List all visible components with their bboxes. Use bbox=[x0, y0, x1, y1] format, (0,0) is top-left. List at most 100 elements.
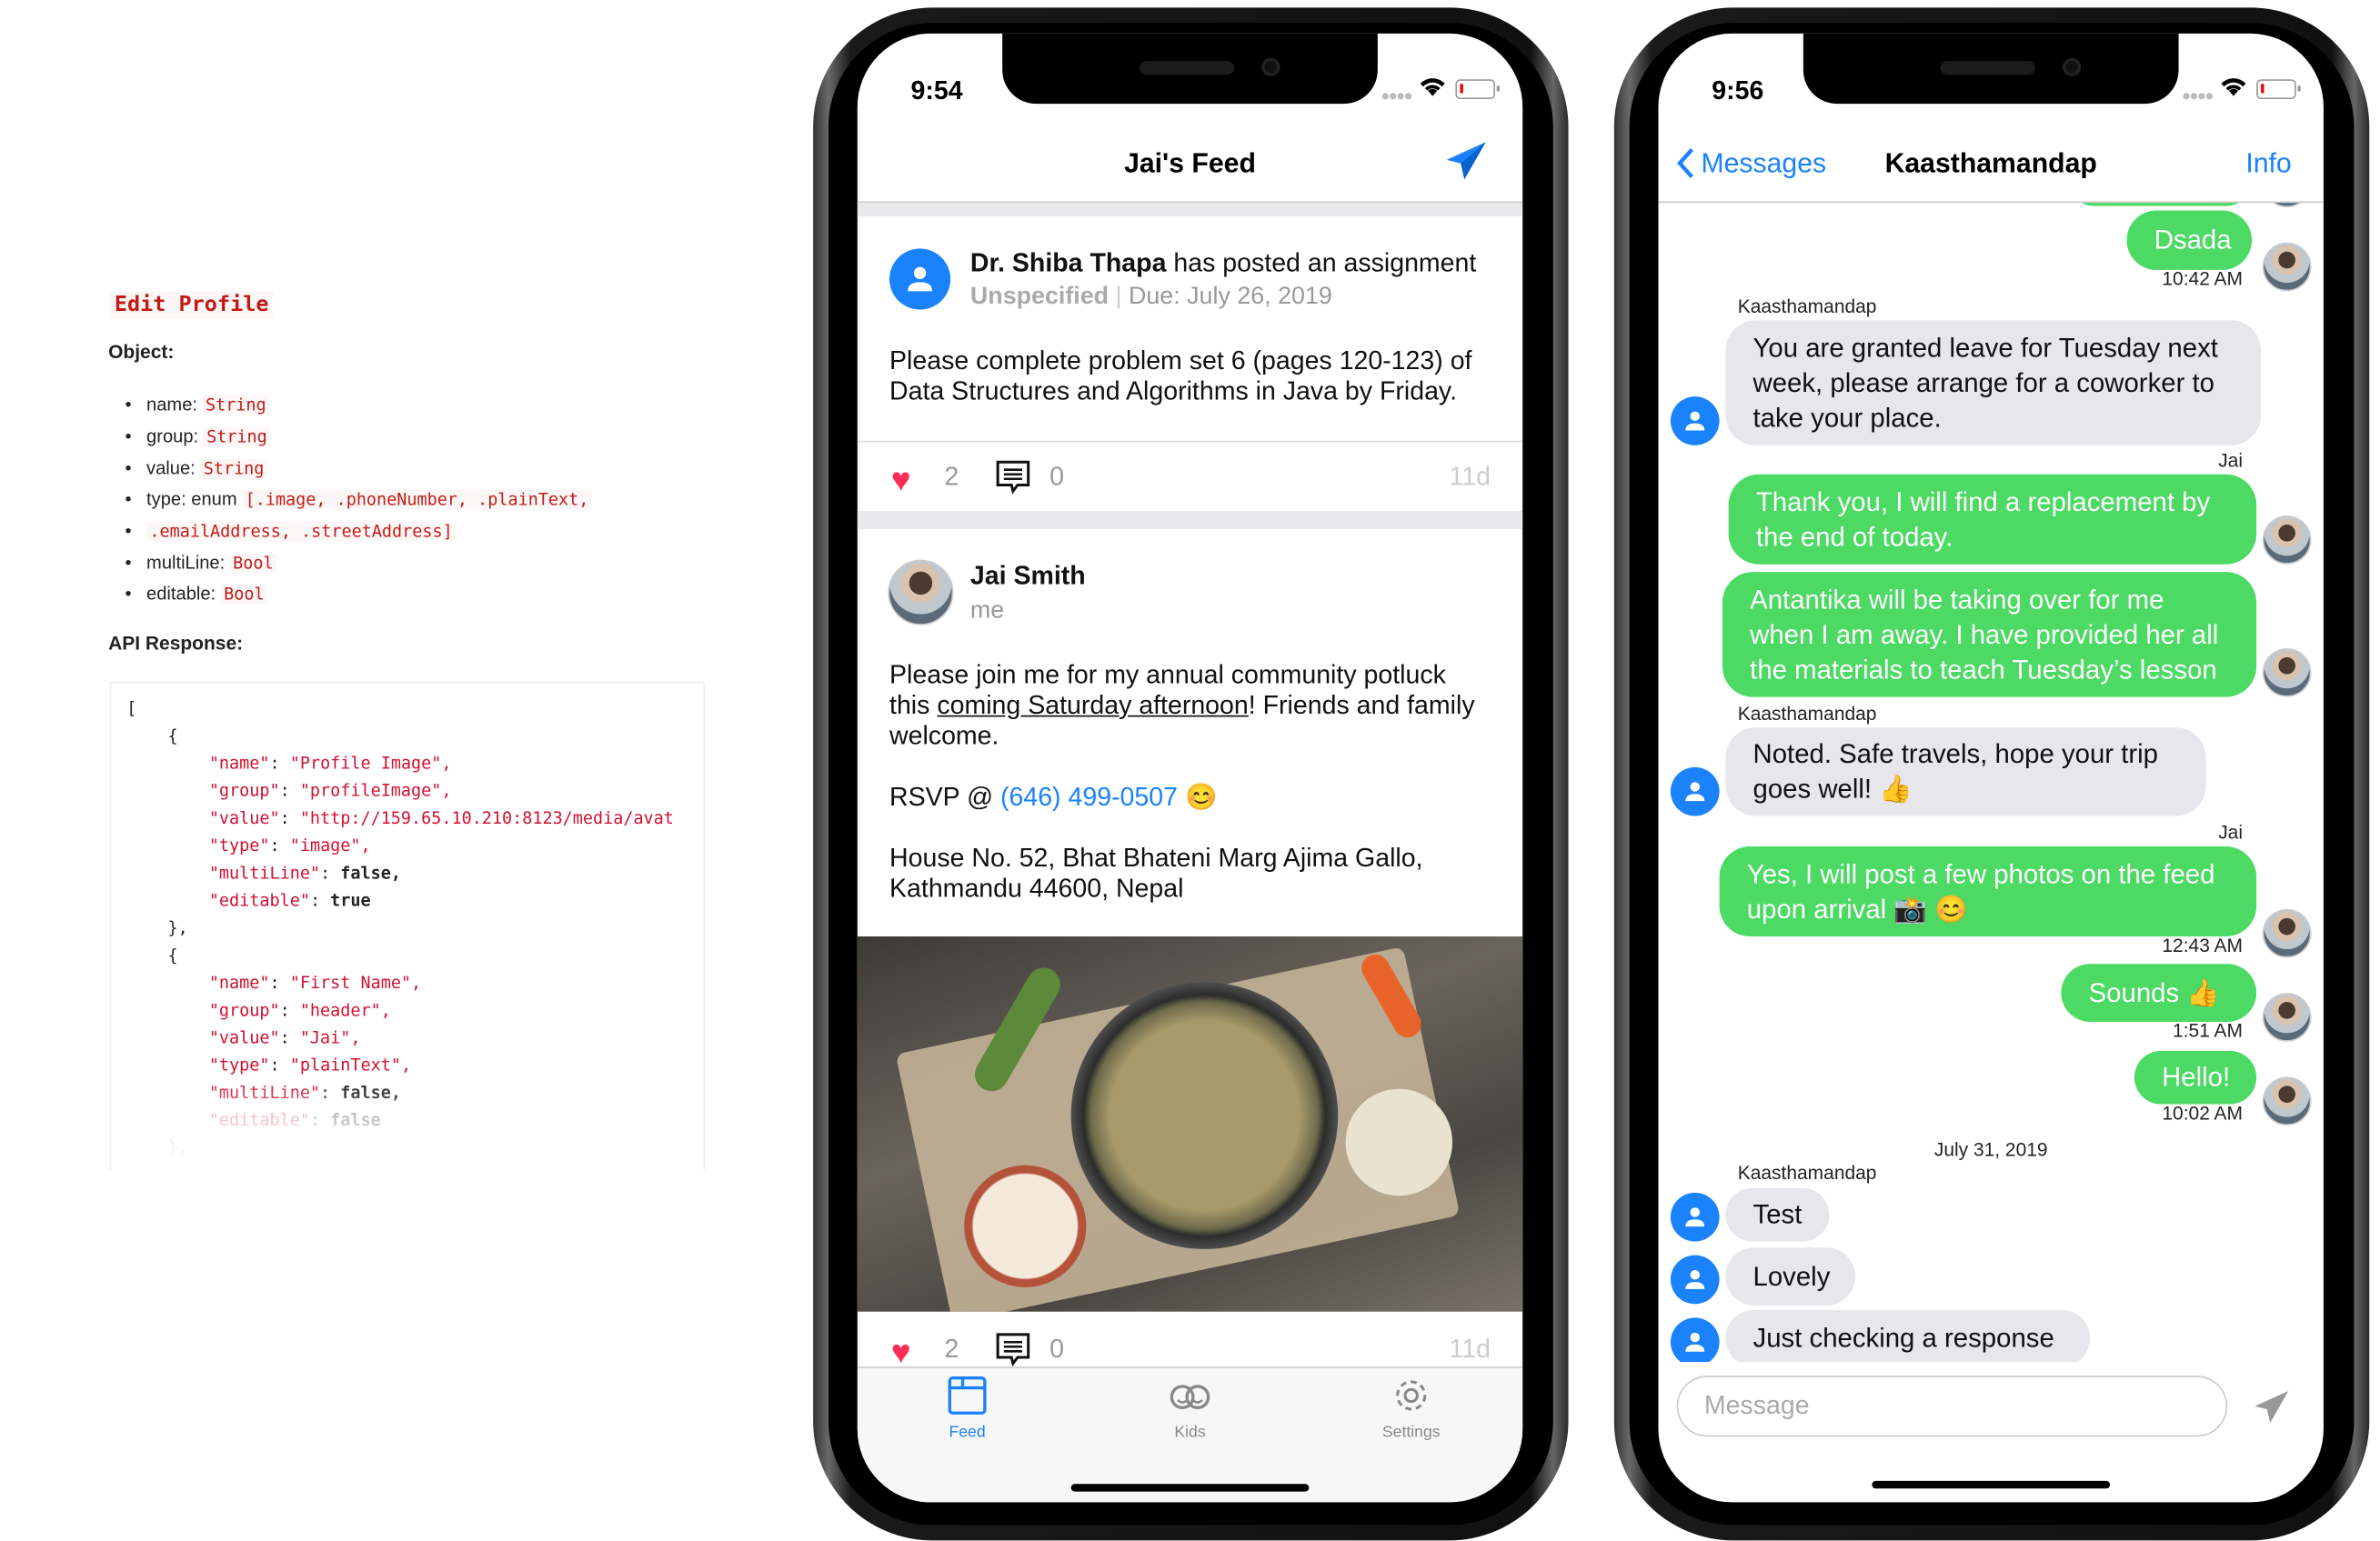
code-line: "group": "profileImage", bbox=[208, 780, 452, 801]
wifi-icon bbox=[1419, 76, 1446, 104]
message-time: 12:43 AM bbox=[2162, 935, 2244, 956]
post-image[interactable] bbox=[857, 936, 1523, 1312]
contact-avatar[interactable] bbox=[1670, 766, 1720, 816]
signal-icon: ●●●● bbox=[2181, 88, 2214, 105]
code-line: "type": "plainText", bbox=[208, 1055, 412, 1076]
feed-title: Jai's Feed bbox=[1124, 147, 1256, 179]
phone-chat: 9:56 ●●●● Messages Kaasthamandap Info Ds… bbox=[1613, 7, 2370, 1541]
send-message-button[interactable] bbox=[2250, 1389, 2293, 1434]
post-age: 11d bbox=[1449, 462, 1491, 492]
info-button[interactable]: Info bbox=[2245, 148, 2291, 180]
comment-count: 0 bbox=[1049, 462, 1065, 492]
message-time: 10:42 AM bbox=[2162, 268, 2244, 290]
message-bubble[interactable]: Sounds 👍 bbox=[2061, 964, 2257, 1022]
code-line: "editable": true bbox=[208, 890, 371, 911]
home-indicator bbox=[1070, 1484, 1310, 1492]
send-icon[interactable] bbox=[1445, 140, 1488, 190]
message-bubble[interactable]: Yes, I will post a few photos on the fee… bbox=[1719, 846, 2257, 937]
signal-icon: ●●●● bbox=[1381, 88, 1413, 105]
comment-icon[interactable] bbox=[995, 459, 1031, 504]
api-response-code-block: [ { "name": "Profile Image", "group": "prof… bbox=[109, 681, 706, 1170]
message-time: 10:02 AM bbox=[2162, 1102, 2244, 1125]
post1-header: Dr. Shiba Thapa has posted an assignment bbox=[969, 248, 1477, 278]
chat-title: Kaasthamandap bbox=[1884, 147, 2097, 179]
message-bubble[interactable]: You are granted leave for Tuesday next we… bbox=[1725, 320, 2262, 445]
like-count: 2 bbox=[944, 462, 959, 492]
date-separator: July 31, 2019 bbox=[1933, 1139, 2048, 1161]
phone-feed: 9:54 ●●●● Jai's Feed Dr. Shiba Thapa has… bbox=[813, 7, 1569, 1541]
code-line: "type": "image", bbox=[208, 836, 371, 856]
message-input[interactable]: Message bbox=[1676, 1376, 2228, 1437]
message-bubble[interactable]: Dsada bbox=[2126, 210, 2253, 270]
contact-avatar[interactable] bbox=[1670, 1192, 1720, 1242]
tab-kids[interactable]: Kids bbox=[1129, 1376, 1250, 1441]
post1-body: Please complete problem set 6 (pages 120… bbox=[889, 345, 1472, 406]
home-indicator bbox=[1872, 1480, 2111, 1489]
send-icon bbox=[2254, 1390, 2289, 1424]
post2-body: Please join me for my annual community p… bbox=[889, 660, 1475, 751]
api-heading: API Response: bbox=[108, 633, 244, 655]
post1-meta: Unspecified | Due: July 26, 2019 bbox=[969, 284, 1332, 310]
code-line: "value": "http://159.65.10.210:8123/medi… bbox=[208, 808, 674, 828]
code-line: { bbox=[167, 946, 178, 966]
post2-subtitle: me bbox=[969, 597, 1005, 625]
post-avatar-photo[interactable] bbox=[888, 559, 954, 625]
message-time: 1:51 AM bbox=[2173, 1020, 2244, 1042]
message-bubble[interactable]: Thank you, I will find a replacement by t… bbox=[1728, 474, 2257, 565]
sender-name: Jai bbox=[2218, 822, 2244, 844]
sender-name: Kaasthamandap bbox=[1737, 1162, 1877, 1184]
post-avatar[interactable] bbox=[889, 248, 951, 310]
status-time: 9:54 bbox=[910, 75, 963, 105]
code-line: [ bbox=[126, 698, 137, 719]
message-bubble[interactable] bbox=[2067, 203, 2254, 206]
user-avatar[interactable] bbox=[2262, 203, 2312, 208]
tab-bar: Feed Kids Settings bbox=[857, 1366, 1523, 1503]
code-line: }, bbox=[167, 917, 188, 938]
comment-count: 0 bbox=[1049, 1334, 1065, 1364]
user-avatar[interactable] bbox=[2262, 647, 2312, 697]
message-bubble[interactable]: Antantika will be taking over for me when… bbox=[1722, 572, 2257, 697]
doc-title: Edit Profile bbox=[109, 291, 274, 319]
code-line: "name": "First Name", bbox=[208, 973, 422, 994]
message-bubble[interactable]: Just checking a response bbox=[1725, 1310, 2091, 1363]
user-avatar[interactable] bbox=[2262, 1076, 2312, 1126]
gear-icon bbox=[1396, 1380, 1427, 1411]
user-avatar[interactable] bbox=[2262, 515, 2312, 565]
wifi-icon bbox=[2220, 76, 2247, 105]
feed-icon bbox=[948, 1376, 987, 1415]
post2-author: Jai Smith bbox=[969, 561, 1086, 591]
code-line: "name": "Profile Image", bbox=[208, 753, 452, 774]
post-age: 11d bbox=[1449, 1334, 1491, 1364]
contact-avatar[interactable] bbox=[1670, 1255, 1720, 1305]
message-bubble[interactable]: Noted. Safe travels, hope your trip goes … bbox=[1725, 727, 2206, 816]
message-bubble[interactable]: Lovely bbox=[1725, 1247, 1855, 1306]
battery-icon bbox=[2256, 79, 2301, 100]
code-line: "group": "header", bbox=[208, 1000, 391, 1021]
user-avatar[interactable] bbox=[2262, 908, 2312, 958]
message-bubble[interactable]: Hello! bbox=[2134, 1050, 2257, 1105]
sender-name: Kaasthamandap bbox=[1737, 703, 1877, 725]
like-count: 2 bbox=[944, 1334, 959, 1364]
post2-address: House No. 52, Bhat Bhateni Marg Ajima Ga… bbox=[889, 843, 1423, 904]
code-line: "multiLine": false, bbox=[208, 863, 401, 884]
tab-feed[interactable]: Feed bbox=[906, 1376, 1028, 1441]
like-icon[interactable]: ♥ bbox=[891, 461, 911, 501]
battery-icon bbox=[1455, 79, 1501, 100]
contact-avatar[interactable] bbox=[1670, 1317, 1720, 1363]
kids-icon bbox=[1170, 1385, 1210, 1410]
chat-screen: 9:56 ●●●● Messages Kaasthamandap Info Ds… bbox=[1658, 33, 2324, 1503]
user-avatar[interactable] bbox=[2262, 242, 2312, 292]
tab-settings[interactable]: Settings bbox=[1351, 1376, 1472, 1441]
sender-name: Kaasthamandap bbox=[1737, 295, 1877, 317]
contact-avatar[interactable] bbox=[1670, 396, 1720, 445]
code-line: { bbox=[167, 725, 178, 746]
feed-screen: 9:54 ●●●● Jai's Feed Dr. Shiba Thapa has… bbox=[857, 33, 1523, 1503]
code-line: "value": "Jai", bbox=[208, 1027, 361, 1048]
phone-link[interactable]: (646) 499-0507 bbox=[1000, 783, 1178, 812]
message-list[interactable]: Dsada 10:42 AM Kaasthamandap You are grante… bbox=[1659, 203, 2324, 1363]
date-link[interactable]: coming Saturday afternoon bbox=[937, 691, 1248, 720]
object-heading: Object: bbox=[108, 341, 175, 364]
post2-rsvp: RSVP @ (646) 499-0507 😊 bbox=[889, 782, 1218, 812]
message-bubble[interactable]: Test bbox=[1725, 1187, 1830, 1242]
user-avatar[interactable] bbox=[2262, 993, 2312, 1042]
